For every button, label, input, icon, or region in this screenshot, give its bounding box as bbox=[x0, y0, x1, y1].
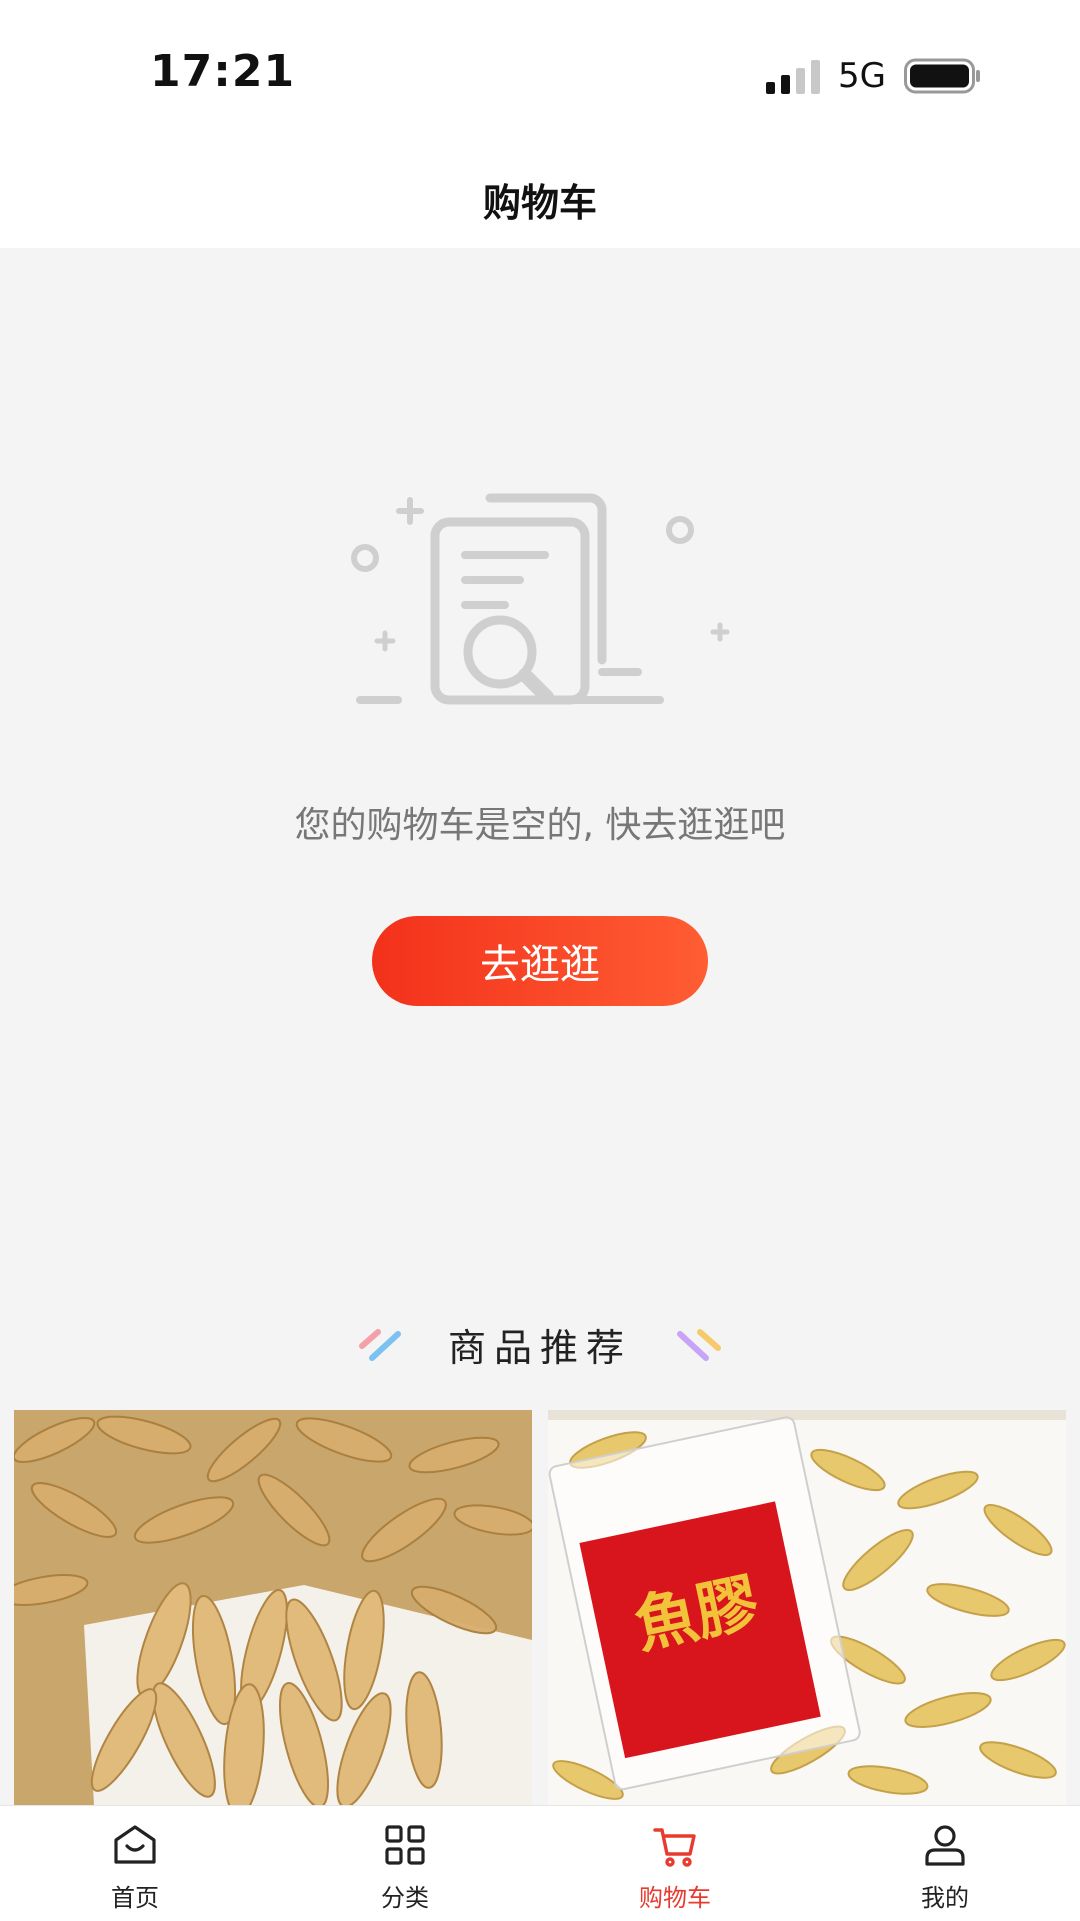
network-type: 5G bbox=[838, 56, 886, 96]
recommend-header: 商品推荐 bbox=[0, 1318, 1080, 1370]
empty-document-search-icon bbox=[351, 493, 730, 705]
product-card[interactable] bbox=[14, 1410, 532, 1805]
fish-maw-packaged-image: 魚膠 bbox=[548, 1410, 1066, 1805]
tab-label: 购物车 bbox=[639, 1884, 711, 1912]
product-card[interactable]: 魚膠 bbox=[548, 1410, 1066, 1805]
tab-category[interactable]: 分类 bbox=[270, 1806, 540, 1921]
bottom-tab-bar: 首页 分类 购物车 我的 bbox=[0, 1805, 1080, 1921]
cellular-signal-icon bbox=[766, 60, 820, 94]
decorative-stripes-right-icon bbox=[677, 1329, 721, 1361]
recommend-title: 商品推荐 bbox=[447, 1325, 632, 1370]
nav-bar: 购物车 bbox=[0, 150, 1080, 248]
tab-home[interactable]: 首页 bbox=[0, 1806, 270, 1921]
tab-mine[interactable]: 我的 bbox=[810, 1806, 1080, 1921]
tab-cart[interactable]: 购物车 bbox=[540, 1806, 810, 1921]
tab-label: 首页 bbox=[111, 1884, 159, 1912]
cart-icon bbox=[653, 1828, 696, 1867]
home-icon bbox=[114, 1825, 156, 1864]
status-bar: 17:21 5G bbox=[0, 0, 1080, 150]
empty-cart-message: 您的购物车是空的, 快去逛逛吧 bbox=[294, 805, 786, 846]
page-title: 购物车 bbox=[482, 180, 597, 225]
category-grid-icon bbox=[385, 1825, 425, 1865]
battery-icon bbox=[904, 58, 980, 94]
user-icon bbox=[925, 1825, 965, 1866]
decorative-stripes-left-icon bbox=[358, 1329, 401, 1361]
go-shopping-button[interactable]: 去逛逛 bbox=[372, 916, 708, 1006]
tab-label: 分类 bbox=[381, 1884, 429, 1912]
status-time: 17:21 bbox=[150, 46, 296, 97]
fish-maw-pile-image bbox=[14, 1410, 532, 1805]
tab-label: 我的 bbox=[921, 1884, 969, 1912]
